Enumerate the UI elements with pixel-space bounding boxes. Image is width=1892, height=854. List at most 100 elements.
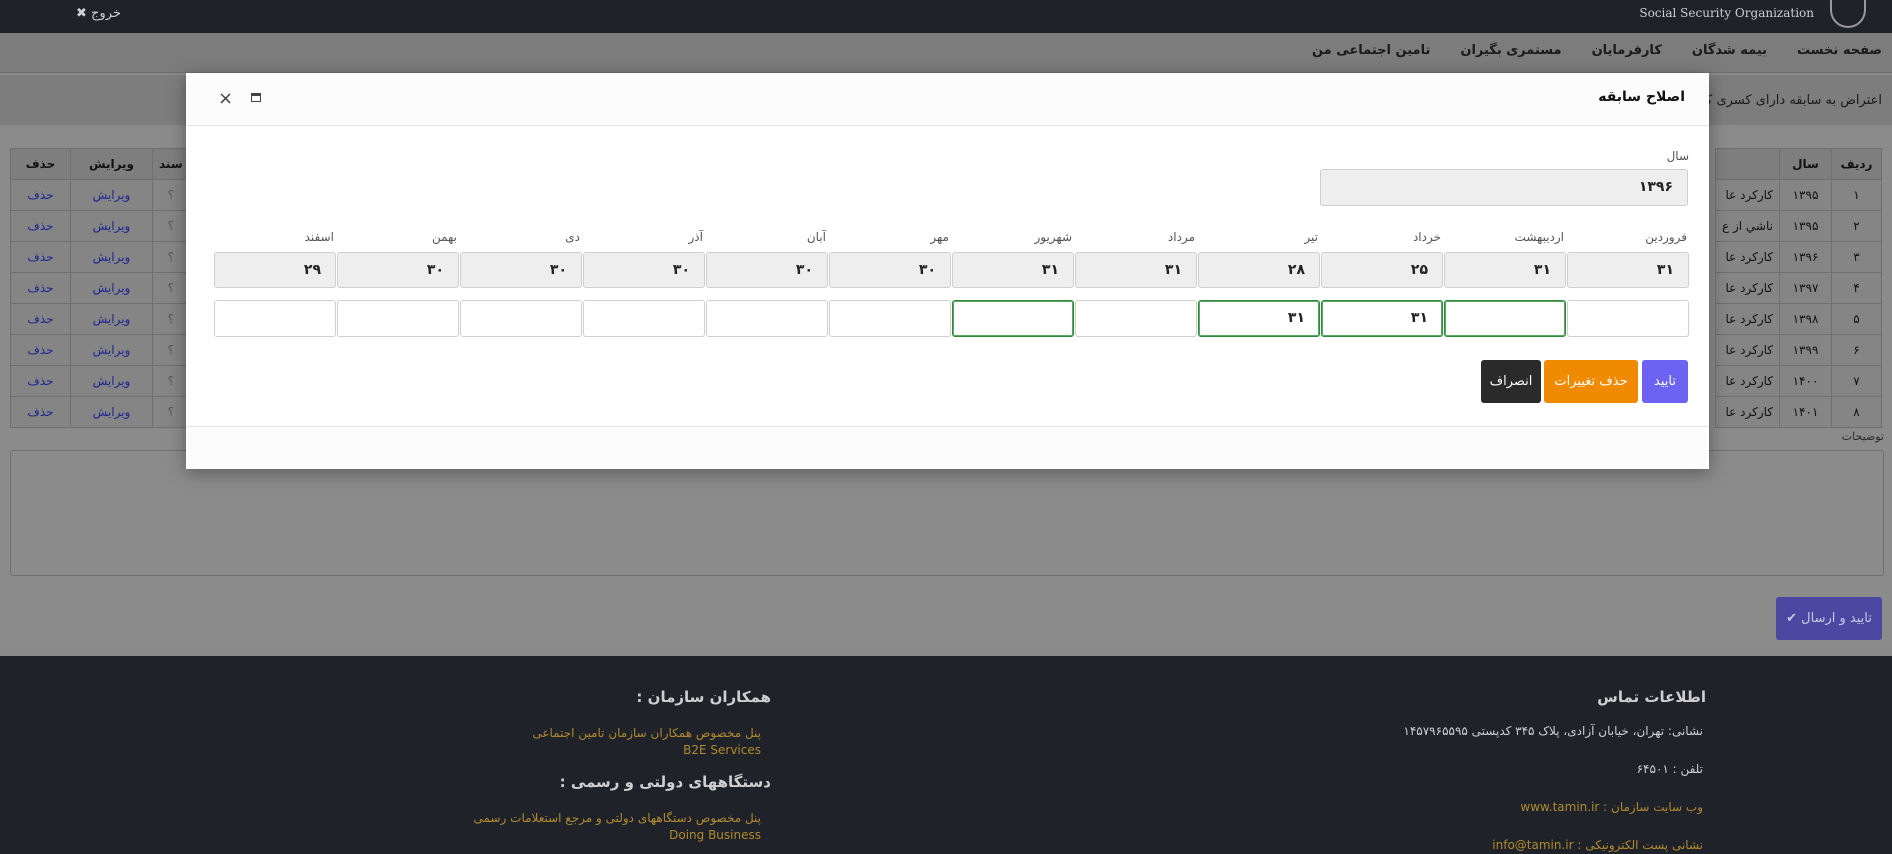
nav-item-employers[interactable]: کارفرمایان — [1592, 43, 1662, 58]
edit-link[interactable]: ویرایش — [70, 272, 153, 304]
nav-item-insured[interactable]: بیمه شدگان — [1692, 43, 1767, 58]
month-work-days-input[interactable] — [1567, 300, 1689, 337]
row-desc: کارکرد عا — [1715, 396, 1780, 428]
month-work-days-input[interactable] — [460, 300, 582, 337]
help-icon[interactable]: ؟ — [152, 179, 190, 211]
edit-link[interactable]: ویرایش — [70, 334, 153, 366]
top-bar: ✖ خروج Social Security Organization — [0, 0, 1892, 33]
records-table-right: ردیف سال ۱ ۱۳۹۵ کارکرد عا ۲ ۱۳۹۵ ناشي از ع ۳… — [1715, 148, 1882, 428]
help-icon[interactable]: ؟ — [152, 272, 190, 304]
records-table-left: حذف ویرایش سند حذف ویرایش ؟ حذف ویرایش ؟ حذف… — [10, 148, 190, 428]
gov-link[interactable]: پنل مخصوص دستگاههای دولتی و مرجع استعلام… — [474, 811, 761, 825]
edit-record-modal: اصلاح سابقه × سال ۱۳۹۶ فروردین ۳۱ اردیبه… — [186, 73, 1709, 469]
row-desc: کارکرد عا — [1715, 241, 1780, 273]
cancel-button[interactable]: انصراف — [1481, 360, 1541, 403]
delete-link[interactable]: حذف — [10, 272, 71, 304]
month-work-days-input[interactable]: ۳۱ — [1198, 300, 1320, 337]
edit-link[interactable]: ویرایش — [70, 179, 153, 211]
help-icon[interactable]: ؟ — [152, 396, 190, 428]
partners-title: همکاران سازمان : — [636, 688, 771, 706]
help-icon[interactable]: ؟ — [152, 303, 190, 335]
edit-link[interactable]: ویرایش — [70, 365, 153, 397]
edit-link[interactable]: ویرایش — [70, 303, 153, 335]
header-row-number: ردیف — [1831, 148, 1882, 180]
delete-link[interactable]: حذف — [10, 303, 71, 335]
header-delete: حذف — [10, 148, 71, 180]
month-days-field: ۳۱ — [1075, 252, 1197, 288]
row-year: ۱۳۹۷ — [1779, 272, 1832, 304]
modal-header: اصلاح سابقه × — [186, 73, 1709, 126]
row-number: ۱ — [1831, 179, 1882, 211]
table-row: حذف ویرایش ؟ — [10, 365, 190, 397]
b2e-services-link[interactable]: B2E Services — [683, 743, 761, 757]
table-row: ۷ ۱۴۰۰ کارکرد عا — [1715, 365, 1882, 397]
help-icon[interactable]: ؟ — [152, 241, 190, 273]
edit-link[interactable]: ویرایش — [70, 396, 153, 428]
month-work-days-input[interactable] — [214, 300, 336, 337]
month-days-field: ۳۰ — [460, 252, 582, 288]
delete-link[interactable]: حذف — [10, 334, 71, 366]
table-row: ۸ ۱۴۰۱ کارکرد عا — [1715, 396, 1882, 428]
month-days-field: ۳۱ — [1444, 252, 1566, 288]
help-icon[interactable]: ؟ — [152, 210, 190, 242]
row-number: ۴ — [1831, 272, 1882, 304]
row-number: ۲ — [1831, 210, 1882, 242]
month-work-days-input[interactable] — [583, 300, 705, 337]
delete-link[interactable]: حذف — [10, 241, 71, 273]
nav-item-pensioners[interactable]: مستمری بگیران — [1460, 43, 1561, 58]
month-label: بهمن — [432, 230, 457, 244]
nav-item-my-tamin[interactable]: تامین اجتماعی من — [1312, 43, 1430, 58]
discard-changes-button[interactable]: حذف تغییرات — [1544, 360, 1638, 403]
row-number: ۵ — [1831, 303, 1882, 335]
months-grid: فروردین ۳۱ اردیبهشت ۳۱ خرداد ۲۵ ۳۱ تیر ۲… — [209, 230, 1689, 337]
table-row: ۵ ۱۳۹۸ کارکرد عا — [1715, 303, 1882, 335]
month-work-days-input[interactable] — [1075, 300, 1197, 337]
month-column-shahrivar: شهریور ۳۱ — [952, 230, 1074, 337]
header-year: سال — [1779, 148, 1832, 180]
month-column-azar: آذر ۳۰ — [583, 230, 705, 337]
month-days-field: ۳۱ — [1567, 252, 1689, 288]
month-column-bahman: بهمن ۳۰ — [337, 230, 459, 337]
month-work-days-input[interactable] — [1444, 300, 1566, 337]
row-number: ۷ — [1831, 365, 1882, 397]
edit-link[interactable]: ویرایش — [70, 210, 153, 242]
contact-website[interactable]: وب سایت سازمان : www.tamin.ir — [1520, 800, 1703, 814]
month-days-field: ۲۹ — [214, 252, 336, 288]
month-work-days-input[interactable] — [952, 300, 1074, 337]
maximize-icon[interactable] — [251, 93, 261, 102]
table-row: ۱ ۱۳۹۵ کارکرد عا — [1715, 179, 1882, 211]
logout-link[interactable]: ✖ خروج — [76, 6, 121, 21]
year-label: سال — [1666, 149, 1689, 163]
month-work-days-input[interactable] — [706, 300, 828, 337]
confirm-and-send-button[interactable]: ✔ تایید و ارسال — [1776, 597, 1882, 640]
confirm-button[interactable]: تایید — [1642, 360, 1688, 403]
month-work-days-input[interactable] — [829, 300, 951, 337]
delete-link[interactable]: حذف — [10, 179, 71, 211]
month-days-field: ۳۰ — [337, 252, 459, 288]
month-label: آذر — [688, 230, 703, 244]
month-work-days-input[interactable] — [337, 300, 459, 337]
month-work-days-input[interactable]: ۳۱ — [1321, 300, 1443, 337]
row-year: ۱۳۹۹ — [1779, 334, 1832, 366]
table-row: حذف ویرایش ؟ — [10, 179, 190, 211]
delete-link[interactable]: حذف — [10, 396, 71, 428]
contact-phone: تلفن : ۶۴۵۰۱ — [1636, 762, 1703, 776]
contact-title: اطلاعات تماس — [1597, 688, 1706, 706]
table-row: حذف ویرایش ؟ — [10, 241, 190, 273]
row-desc: ناشي از ع — [1715, 210, 1780, 242]
org-name: Social Security Organization — [1639, 6, 1814, 20]
partners-link[interactable]: پنل مخصوص همکاران سازمان تامین اجتماعی — [532, 726, 761, 740]
row-desc: کارکرد عا — [1715, 303, 1780, 335]
delete-link[interactable]: حذف — [10, 210, 71, 242]
delete-link[interactable]: حذف — [10, 365, 71, 397]
close-icon[interactable]: × — [218, 88, 233, 109]
nav-item-home[interactable]: صفحه نخست — [1797, 43, 1882, 58]
contact-email[interactable]: نشانی پست الکترونیکی : info@tamin.ir — [1492, 838, 1703, 852]
month-column-aban: آبان ۳۰ — [706, 230, 828, 337]
doing-business-link[interactable]: Doing Business — [669, 828, 761, 842]
month-days-field: ۲۵ — [1321, 252, 1443, 288]
help-icon[interactable]: ؟ — [152, 365, 190, 397]
edit-link[interactable]: ویرایش — [70, 241, 153, 273]
month-label: شهریور — [1034, 230, 1072, 244]
help-icon[interactable]: ؟ — [152, 334, 190, 366]
